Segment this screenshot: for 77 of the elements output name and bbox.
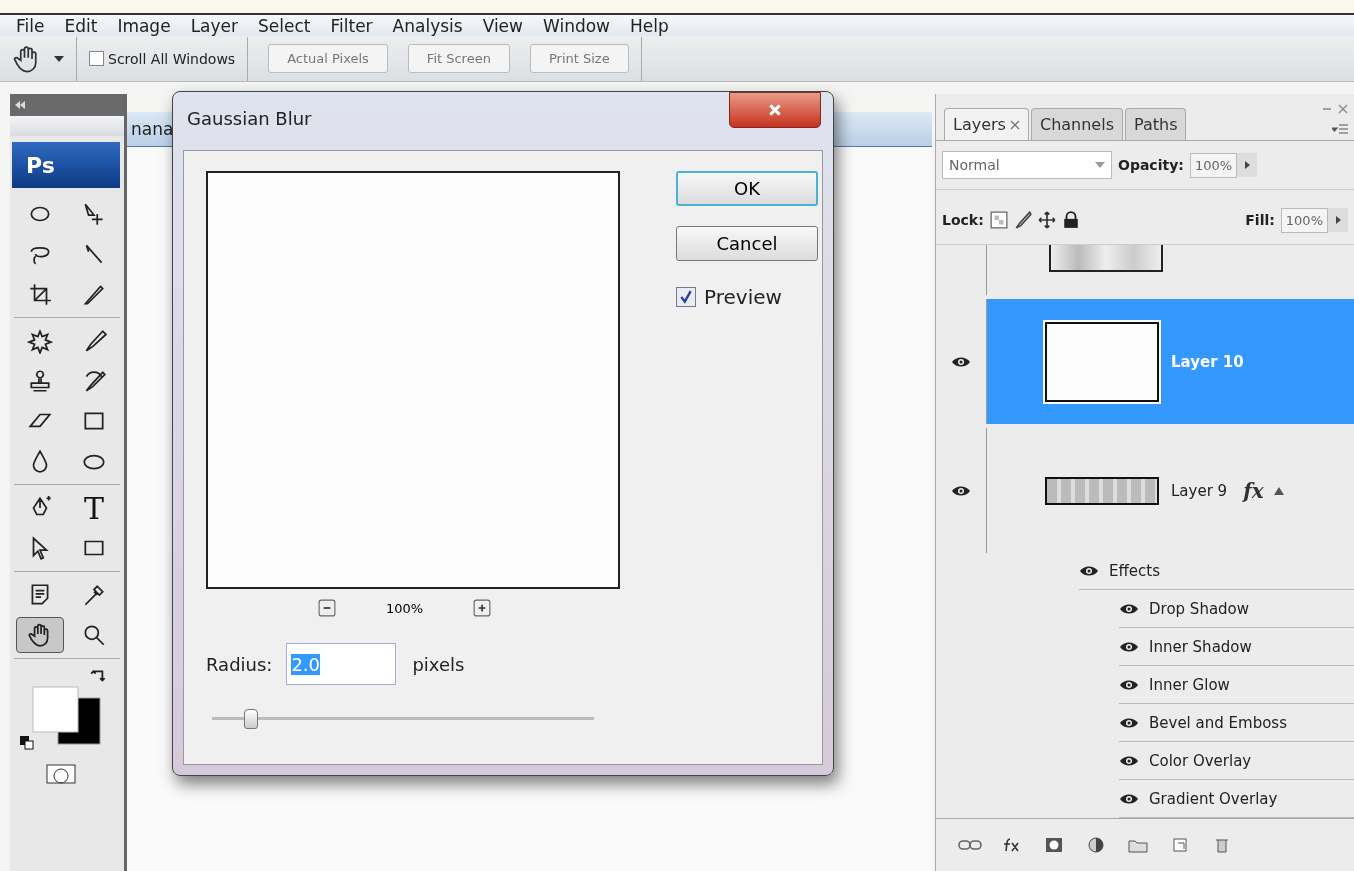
fill-label: Fill: (1245, 212, 1275, 228)
close-button[interactable] (729, 92, 821, 128)
effect-row[interactable]: Inner Glow (1119, 666, 1354, 704)
layer-name: Layer 9 (1171, 481, 1228, 500)
tool-button[interactable] (16, 617, 64, 653)
caret-icon (1095, 162, 1105, 168)
menu-item[interactable]: View (472, 15, 533, 36)
opacity-label: Opacity: (1118, 157, 1184, 173)
collapse-arrow-icon[interactable] (1273, 486, 1284, 495)
panel-menu-icon[interactable] (1332, 124, 1348, 134)
menu-item[interactable]: Image (107, 15, 181, 36)
blend-mode-dropdown[interactable]: Normal (942, 151, 1112, 179)
collapse-icon[interactable] (14, 101, 26, 109)
effect-row[interactable]: Color Overlay (1119, 742, 1354, 780)
move-lock-icon[interactable] (1037, 211, 1056, 229)
quick-mask-icon[interactable] (46, 764, 76, 784)
zoom-level: 100% (386, 600, 424, 616)
panel-tab[interactable]: Channels (1030, 108, 1123, 140)
eye-icon[interactable] (1079, 564, 1099, 578)
crop-icon (27, 281, 53, 307)
checkbox-label: Scroll All Windows (108, 50, 236, 67)
menu-item[interactable]: File (6, 15, 55, 36)
zoom-in-icon[interactable] (473, 599, 492, 617)
zoom-out-icon[interactable] (318, 599, 336, 617)
close-icon[interactable] (1009, 119, 1020, 130)
effect-name: Drop Shadow (1149, 599, 1250, 618)
transparency-lock-icon[interactable] (989, 211, 1008, 229)
lock-label: Lock: (942, 212, 984, 228)
checkbox[interactable] (89, 51, 104, 67)
effect-row[interactable]: Bevel and Emboss (1119, 704, 1354, 742)
view-button[interactable]: Actual Pixels (268, 44, 388, 74)
effects-label: Effects (1109, 562, 1160, 580)
effect-row[interactable]: Drop Shadow (1119, 590, 1354, 628)
effects-row[interactable]: Effects (1079, 553, 1354, 590)
dialog-title: Gaussian Blur (187, 108, 312, 129)
menu-item[interactable]: Select (248, 15, 321, 36)
effect-name: Color Overlay (1149, 751, 1252, 770)
menu-item[interactable]: Help (620, 15, 679, 36)
dialog-button[interactable]: Cancel (676, 226, 818, 261)
dialog-button[interactable]: OK (676, 171, 818, 206)
menu-item[interactable]: Layer (180, 15, 249, 36)
effect-row[interactable]: Inner Shadow (1119, 628, 1354, 666)
effects-badge[interactable]: fx (1243, 478, 1264, 503)
menu-item[interactable]: Window (533, 15, 620, 36)
close-icon (768, 103, 782, 117)
unit-label: pixels (412, 653, 465, 675)
toolbox-grip-bar[interactable] (10, 116, 124, 136)
effect-name: Inner Shadow (1149, 637, 1252, 656)
menu-item[interactable]: Filter (320, 15, 383, 36)
padlock-icon[interactable] (1061, 211, 1080, 229)
panel-tab[interactable]: Paths (1125, 108, 1187, 140)
menu-item[interactable]: Edit (54, 15, 108, 36)
effect-row[interactable]: Gradient Overlay (1119, 780, 1354, 818)
tool-button[interactable]: T (70, 490, 118, 526)
checkbox[interactable] (676, 287, 696, 307)
effect-name: Gradient Overlay (1149, 789, 1278, 808)
close-icon[interactable] (1338, 104, 1348, 114)
slider-thumb[interactable] (244, 709, 259, 729)
opacity-field[interactable]: 100% (1189, 152, 1238, 178)
caret-icon[interactable] (54, 55, 64, 62)
app-logo: Ps (12, 142, 120, 188)
effect-name: Bevel and Emboss (1149, 713, 1287, 732)
clone-stamp-icon (27, 368, 53, 394)
layer-name: Layer 10 (1171, 352, 1244, 371)
view-button[interactable]: Print Size (529, 44, 629, 74)
effect-name: Inner Glow (1149, 675, 1230, 694)
radius-label: Radius: (206, 653, 273, 675)
menu-item[interactable]: Analysis (382, 15, 473, 36)
view-button[interactable]: Fit Screen (407, 44, 510, 74)
link-icon[interactable] (958, 837, 982, 853)
brush-lock-icon[interactable] (1013, 211, 1032, 229)
checkbox-label: Preview (704, 285, 782, 309)
default-colors-icon[interactable] (20, 736, 34, 750)
panel-tab[interactable]: Layers (944, 108, 1029, 140)
layer-row[interactable]: Layer 9 fx (936, 428, 1354, 553)
color-swatches-icon[interactable] (32, 686, 102, 746)
fill-field[interactable]: 100% (1280, 207, 1328, 233)
